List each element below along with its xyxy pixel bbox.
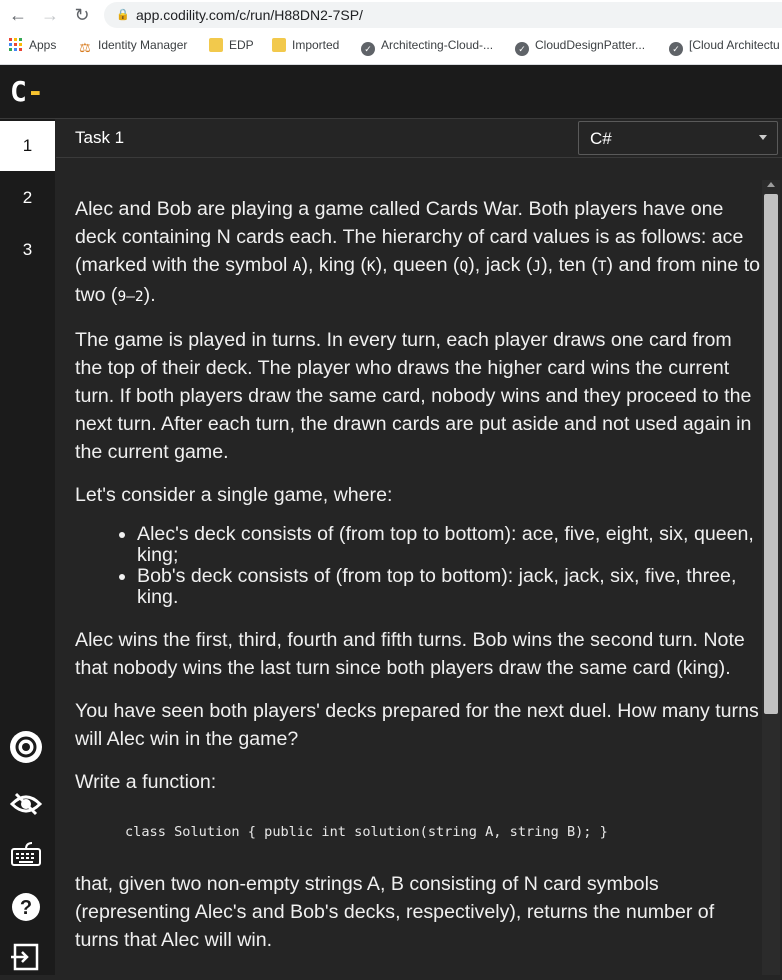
bookmark-architecting-cloud[interactable]: ✓ Architecting-Cloud-...: [361, 38, 493, 56]
function-signature: class Solution { public int solution(str…: [125, 824, 608, 840]
bookmark-cloud-design-patterns[interactable]: ✓ CloudDesignPatter...: [515, 38, 645, 56]
help-icon[interactable]: ?: [8, 889, 44, 925]
bookmark-label: [Cloud Architectu: [689, 38, 780, 52]
bookmark-label: EDP: [229, 38, 254, 52]
paragraph-write-function: Write a function:: [75, 771, 217, 793]
codility-logo[interactable]: C-: [10, 77, 44, 107]
bookmark-cloud-architecture[interactable]: ✓ [Cloud Architectu: [669, 38, 780, 56]
address-bar[interactable]: 🔒 app.codility.com/c/run/H88DN2-7SP/: [104, 2, 782, 28]
bookmark-label: Identity Manager: [98, 38, 188, 52]
globe-icon: ✓: [515, 42, 529, 56]
scrollbar-thumb[interactable]: [764, 194, 778, 714]
folder-icon: [209, 38, 223, 52]
list-item: Alec's deck consists of (from top to bot…: [137, 524, 763, 566]
language-value: C#: [590, 129, 612, 148]
app-header: C-: [0, 65, 782, 119]
svg-text:?: ?: [20, 897, 32, 919]
forward-icon[interactable]: →: [40, 5, 60, 25]
settings-icon[interactable]: [8, 729, 44, 765]
bookmark-imported[interactable]: Imported: [272, 38, 339, 52]
problem-statement: Alec and Bob are playing a game called C…: [75, 195, 763, 969]
paragraph-intro: Alec and Bob are playing a game called C…: [75, 198, 761, 306]
task-sidebar: 1 2 3 ?: [0, 119, 55, 975]
keyboard-icon[interactable]: [8, 837, 44, 873]
bookmark-label: Apps: [29, 38, 57, 52]
apps-grid-icon: [9, 38, 23, 52]
bookmark-identity-manager[interactable]: ⚖ Identity Manager: [78, 38, 187, 55]
folder-icon: [272, 38, 286, 52]
bookmark-label: CloudDesignPatter...: [535, 38, 646, 52]
task-title: Task 1: [75, 128, 125, 147]
content-scrollbar[interactable]: [762, 180, 780, 975]
bookmark-apps[interactable]: Apps: [9, 38, 56, 52]
bookmark-edp[interactable]: EDP: [209, 38, 254, 52]
eye-icon[interactable]: [8, 786, 44, 822]
url-text[interactable]: app.codility.com/c/run/H88DN2-7SP/: [136, 7, 363, 23]
task-tab-2[interactable]: 2: [0, 173, 55, 223]
globe-icon: ✓: [669, 42, 683, 56]
task-header: Task 1 C#: [56, 119, 782, 158]
paragraph-question: You have seen both players' decks prepar…: [75, 700, 759, 750]
exit-icon[interactable]: [8, 939, 44, 975]
reload-icon[interactable]: ↻: [72, 5, 92, 25]
back-icon[interactable]: ←: [8, 5, 28, 25]
example-list: Alec's deck consists of (from top to bot…: [75, 524, 763, 608]
paragraph-example-intro: Let's consider a single game, where:: [75, 484, 393, 506]
scroll-up-icon[interactable]: [767, 182, 775, 187]
identity-manager-icon: ⚖: [79, 40, 91, 55]
language-select[interactable]: C#: [578, 121, 778, 155]
bookmark-label: Imported: [292, 38, 340, 52]
bookmarks-bar: Apps ⚖ Identity Manager EDP Imported ✓ Arc…: [0, 34, 782, 58]
paragraph-rules: The game is played in turns. In every tu…: [75, 329, 752, 463]
list-item: Bob's deck consists of (from top to bott…: [137, 566, 763, 608]
chevron-down-icon: [759, 135, 767, 140]
paragraph-example-result: Alec wins the first, third, fourth and f…: [75, 629, 745, 679]
globe-icon: ✓: [361, 42, 375, 56]
browser-chrome: ← → ↻ 🔒 app.codility.com/c/run/H88DN2-7S…: [0, 0, 782, 65]
lock-icon: 🔒: [116, 9, 130, 21]
task-tab-3[interactable]: 3: [0, 225, 55, 275]
paragraph-requirements: that, given two non-empty strings A, B c…: [75, 873, 715, 951]
bookmark-label: Architecting-Cloud-...: [381, 38, 494, 52]
task-tab-1[interactable]: 1: [0, 121, 55, 171]
